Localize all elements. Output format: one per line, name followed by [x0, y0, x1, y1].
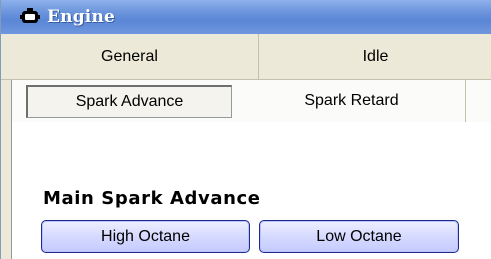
tab-spark-advance[interactable]: Spark Advance — [26, 85, 232, 118]
engine-icon — [19, 6, 41, 28]
title-bar[interactable]: Engine — [1, 0, 491, 34]
section-title: Main Spark Advance — [43, 188, 261, 209]
engine-window: Engine General Idle Spark Advance Spark … — [0, 0, 491, 259]
window-title: Engine — [47, 7, 116, 27]
tab-idle[interactable]: Idle — [259, 34, 491, 80]
high-octane-button[interactable]: High Octane — [41, 220, 250, 253]
tab-general[interactable]: General — [1, 34, 259, 80]
tab-spark-retard[interactable]: Spark Retard — [238, 80, 466, 122]
top-tab-bar: General Idle — [1, 34, 491, 80]
sub-tab-bar: Spark Advance Spark Retard — [12, 80, 491, 122]
low-octane-button[interactable]: Low Octane — [259, 220, 459, 253]
